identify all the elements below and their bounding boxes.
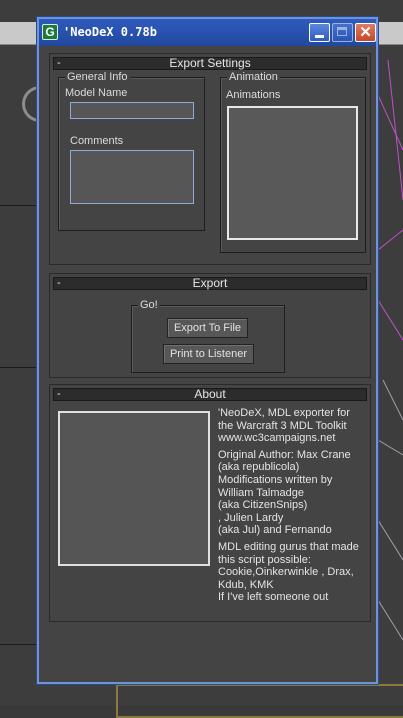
group-legend: Go! [138,299,160,311]
minimize-button[interactable] [309,23,330,42]
animations-listbox[interactable] [227,106,358,240]
close-icon: ✕ [359,24,372,41]
rollout-header-export-settings[interactable]: - Export Settings [53,57,367,70]
close-button[interactable]: ✕ [355,23,376,42]
window-title: 'NeoDeX 0.78b [63,25,157,39]
rollout-export: - Export Go! Export To File Print to Lis… [49,273,371,378]
collapse-toggle[interactable]: - [57,389,61,400]
about-paragraph: 'NeoDeX, MDL exporter for the Warcraft 3… [218,407,350,445]
group-legend: Animation [227,71,280,83]
title-bar[interactable]: G 'NeoDeX 0.78b ✕ [39,19,376,46]
group-legend: General Info [65,71,130,83]
rollout-export-settings: - Export Settings General Info Model Nam… [49,53,371,265]
rollout-header-about[interactable]: - About [53,388,367,401]
model-name-label: Model Name [65,87,128,99]
about-paragraph: MDL editing gurus that made this script … [218,540,359,604]
group-go: Go! Export To File Print to Listener [131,299,285,373]
group-general-info: General Info Model Name Comments [58,71,205,231]
comments-input[interactable] [70,150,194,204]
export-to-file-button[interactable]: Export To File [167,318,248,338]
window-client-area: - Export Settings General Info Model Nam… [44,49,371,677]
maximize-button[interactable] [332,23,353,42]
about-text: 'NeoDeX, MDL exporter for the Warcraft 3… [218,407,368,608]
animations-label: Animations [226,89,281,101]
app-icon[interactable]: G [42,24,58,40]
about-paragraph: Original Author: Max Crane (aka republic… [218,448,351,537]
collapse-toggle[interactable]: - [57,278,61,289]
maximize-icon [337,27,347,36]
neodex-window: G 'NeoDeX 0.78b ✕ - Export Settings Gene… [37,17,378,684]
viewport-divider [0,367,40,368]
viewport-divider [0,644,40,645]
minimize-icon [315,35,324,38]
rollout-title: Export [192,276,228,290]
viewport-toolbar-strip [0,22,40,45]
group-animation: Animation Animations [220,71,366,253]
rollout-title: About [194,387,226,401]
print-to-listener-button[interactable]: Print to Listener [163,344,254,364]
viewport-wireframe [378,59,403,641]
model-name-input[interactable] [70,102,194,119]
about-logo-image [58,411,210,566]
rollout-about: - About 'NeoDeX, MDL exporter for the Wa… [49,384,371,622]
rollout-header-export[interactable]: - Export [53,277,367,290]
collapse-toggle[interactable]: - [57,58,61,69]
viewport-divider [0,205,40,206]
rollout-title: Export Settings [169,56,251,70]
comments-label: Comments [70,135,124,147]
viewport-frame [116,684,403,718]
